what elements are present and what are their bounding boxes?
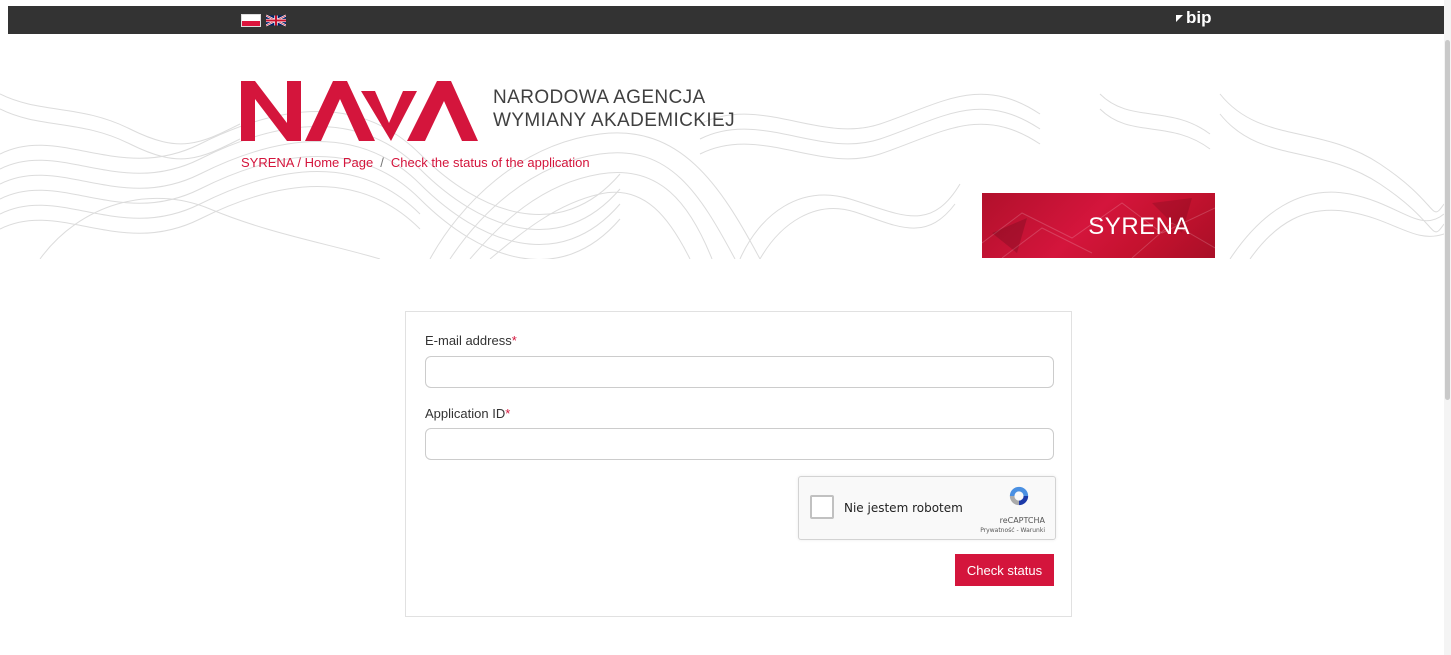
breadcrumb-separator: / xyxy=(380,155,384,170)
polish-flag-icon[interactable] xyxy=(241,14,261,27)
agency-line-2: WYMIANY AKADEMICKIEJ xyxy=(493,110,736,131)
hero-section: NARODOWA AGENCJA WYMIANY AKADEMICKIEJ SY… xyxy=(0,34,1444,259)
application-id-label: Application ID* xyxy=(425,406,510,421)
agency-name: NARODOWA AGENCJA WYMIANY AKADEMICKIEJ xyxy=(493,86,735,132)
contour-background xyxy=(0,93,1444,259)
recaptcha-checkbox[interactable] xyxy=(810,495,834,519)
uk-flag-icon[interactable] xyxy=(266,14,286,27)
bip-label: bip xyxy=(1186,8,1212,27)
recaptcha-icon xyxy=(1009,486,1029,506)
agency-line-1: NARODOWA AGENCJA xyxy=(493,87,706,108)
application-id-required-mark: * xyxy=(505,406,511,421)
recaptcha-brand: reCAPTCHA xyxy=(999,516,1045,525)
breadcrumb: SYRENA / Home Page / Check the status of t… xyxy=(241,155,590,170)
syrena-title: SYRENA xyxy=(1088,213,1190,240)
status-form: E-mail address* Application ID* Nie jest… xyxy=(405,311,1072,617)
recaptcha-label: Nie jestem robotem xyxy=(844,501,963,515)
recaptcha-links[interactable]: Prywatność - Warunki xyxy=(980,527,1045,534)
application-id-field[interactable] xyxy=(425,428,1054,460)
scrollbar-thumb[interactable] xyxy=(1445,40,1450,400)
page-scrollbar[interactable] xyxy=(1444,0,1451,655)
recaptcha-widget: Nie jestem robotem reCAPTCHA Prywatność … xyxy=(798,476,1056,540)
bip-link[interactable]: bip xyxy=(1176,8,1212,28)
check-status-button[interactable]: Check status xyxy=(955,554,1054,586)
bip-icon xyxy=(1176,14,1183,22)
application-id-label-text: Application ID xyxy=(425,406,506,421)
email-label: E-mail address* xyxy=(425,333,517,348)
nawa-logo[interactable] xyxy=(241,79,478,141)
email-required-mark: * xyxy=(511,333,517,348)
top-bar: bip xyxy=(8,6,1444,34)
syrena-banner: SYRENA xyxy=(982,193,1215,258)
breadcrumb-home-link[interactable]: SYRENA / Home Page xyxy=(241,155,373,170)
email-field[interactable] xyxy=(425,356,1054,388)
email-label-text: E-mail address xyxy=(425,333,512,348)
breadcrumb-current[interactable]: Check the status of the application xyxy=(391,155,590,170)
